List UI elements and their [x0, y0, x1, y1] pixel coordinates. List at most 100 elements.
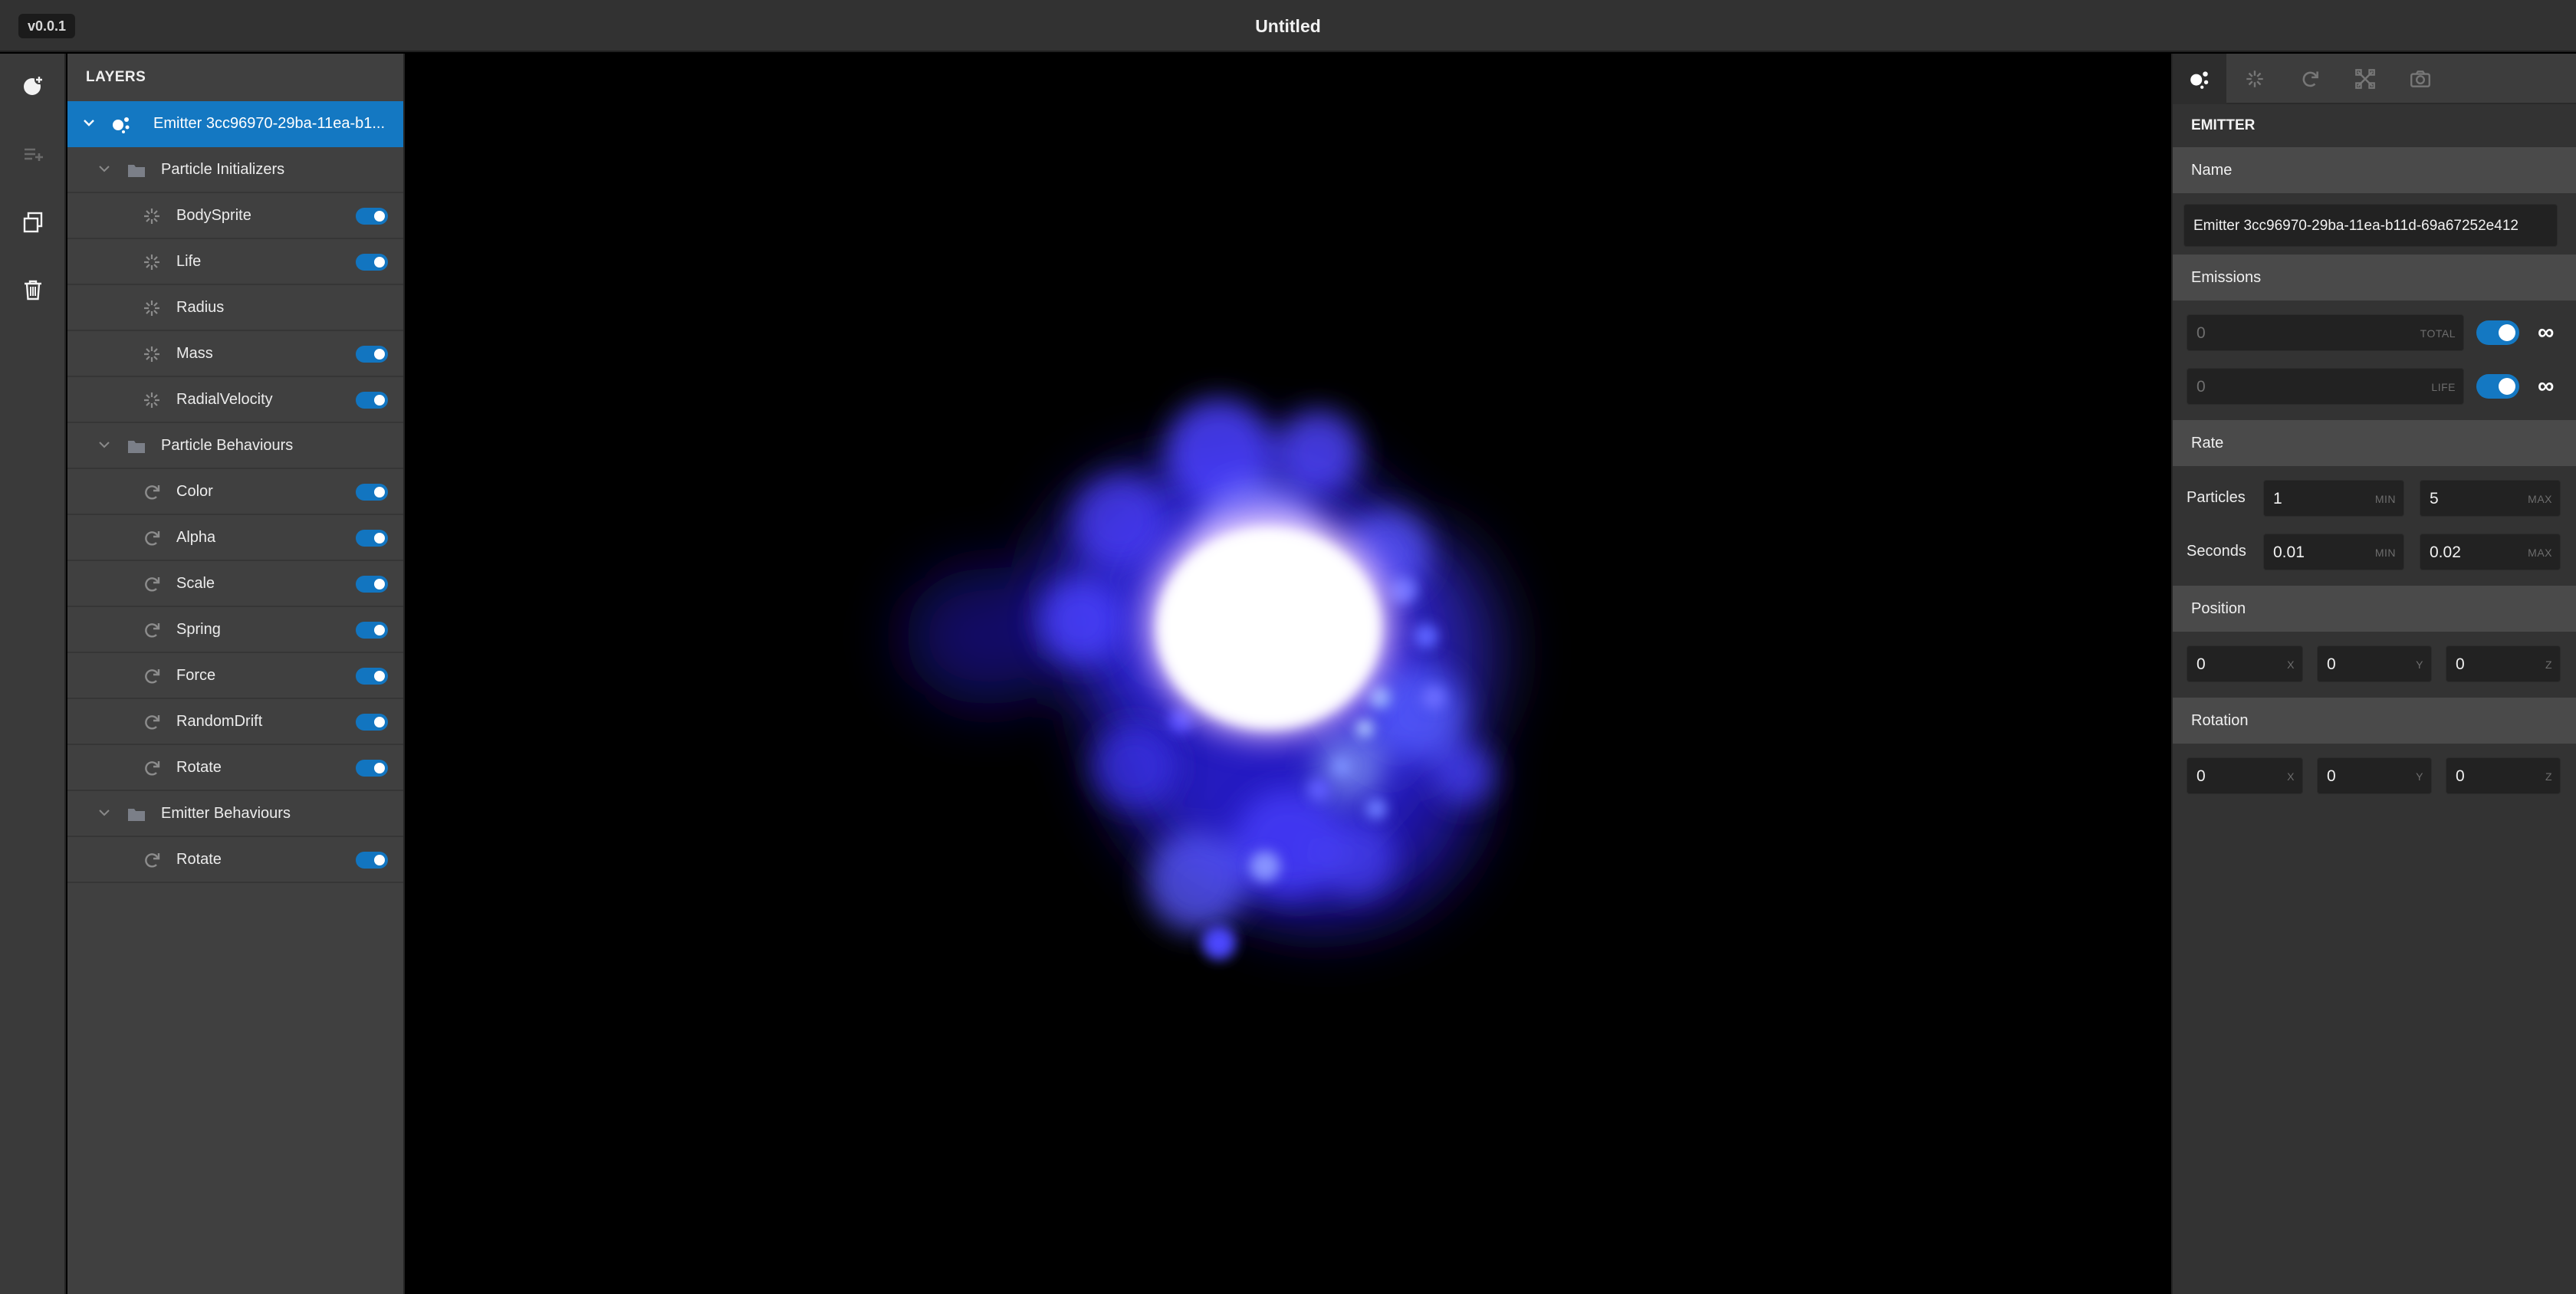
layer-item-label: RandomDrift	[176, 712, 263, 730]
add-behaviour-button[interactable]	[16, 138, 50, 172]
emitter-behaviours-icon	[2355, 69, 2375, 89]
layer-item-label: RadialVelocity	[176, 390, 273, 408]
layer-item-label: Color	[176, 482, 213, 500]
rate-particles-label: Particles	[2187, 489, 2246, 506]
tab-initializers[interactable]	[2228, 54, 2282, 104]
layer-group-emitter-behaviours[interactable]: Emitter Behaviours	[67, 791, 403, 837]
layer-item-label: BodySprite	[176, 206, 251, 224]
layer-item-label: Life	[176, 252, 202, 270]
emissions-total-infinite-toggle[interactable]	[2476, 320, 2519, 345]
enable-toggle[interactable]	[356, 208, 388, 225]
rate-particles-min-value: 1	[2273, 490, 2282, 507]
emissions-life-infinite-toggle[interactable]	[2476, 374, 2519, 399]
enable-toggle[interactable]	[356, 622, 388, 639]
axis-z-suffix: Z	[2545, 770, 2552, 783]
position-z-field[interactable]: 0 Z	[2446, 645, 2561, 682]
rotation-x-value: 0	[2196, 767, 2206, 785]
render-viewport[interactable]	[406, 54, 2170, 1294]
layer-item-alpha[interactable]: Alpha	[67, 515, 403, 561]
enable-toggle[interactable]	[356, 346, 388, 363]
enable-toggle[interactable]	[356, 852, 388, 869]
properties-panel: EMITTER Name Emitter 3cc96970-29ba-11ea-…	[2171, 54, 2576, 1294]
section-rotation: Rotation	[2173, 698, 2576, 744]
behaviour-icon	[145, 531, 160, 546]
initializer-icon	[144, 255, 159, 270]
rotation-y-field[interactable]: 0 Y	[2317, 757, 2432, 794]
rate-seconds-max-field[interactable]: 0.02 MAX	[2420, 534, 2561, 570]
duplicate-button[interactable]	[16, 205, 50, 239]
layer-group-particle-behaviours[interactable]: Particle Behaviours	[67, 423, 403, 469]
emissions-total-value: 0	[2196, 324, 2206, 342]
layer-item-spring[interactable]: Spring	[67, 607, 403, 653]
enable-toggle[interactable]	[356, 392, 388, 409]
initializer-icon	[144, 346, 159, 362]
tab-emitter-behaviours[interactable]	[2338, 54, 2392, 104]
section-position: Position	[2173, 586, 2576, 632]
rate-particles-max-field[interactable]: 5 MAX	[2420, 480, 2561, 517]
layer-item-label: Scale	[176, 574, 215, 592]
delete-button[interactable]	[16, 273, 50, 307]
layer-item-label: Radius	[176, 298, 225, 316]
position-y-field[interactable]: 0 Y	[2317, 645, 2432, 682]
section-rate: Rate	[2173, 420, 2576, 466]
axis-x-suffix: X	[2287, 658, 2295, 671]
chevron-down-icon[interactable]	[97, 161, 112, 176]
layer-group-particle-initializers[interactable]: Particle Initializers	[67, 147, 403, 193]
document-title: Untitled	[1255, 16, 1321, 36]
tab-behaviours[interactable]	[2283, 54, 2337, 104]
tab-camera[interactable]	[2394, 54, 2447, 104]
layer-item-force[interactable]: Force	[67, 653, 403, 699]
enable-toggle[interactable]	[356, 530, 388, 547]
chevron-down-icon[interactable]	[97, 437, 112, 452]
layer-item-label: Spring	[176, 620, 221, 638]
enable-toggle[interactable]	[356, 484, 388, 501]
layer-item-bodysprite[interactable]: BodySprite	[67, 193, 403, 239]
add-emitter-button[interactable]	[16, 69, 50, 103]
enable-toggle[interactable]	[356, 714, 388, 731]
rate-seconds-label: Seconds	[2187, 543, 2246, 560]
layer-item-radialvelocity[interactable]: RadialVelocity	[67, 377, 403, 423]
rotation-z-field[interactable]: 0 Z	[2446, 757, 2561, 794]
position-x-field[interactable]: 0 X	[2187, 645, 2303, 682]
panel-heading: EMITTER	[2191, 117, 2256, 133]
behaviour-icon	[145, 669, 160, 684]
delete-icon	[25, 280, 41, 301]
layer-item-emitter-rotate[interactable]: Rotate	[67, 837, 403, 883]
behaviour-icon	[145, 623, 160, 638]
axis-x-suffix: X	[2287, 770, 2295, 783]
emissions-total-field[interactable]: 0 TOTAL	[2187, 314, 2464, 351]
enable-toggle[interactable]	[356, 668, 388, 685]
enable-toggle[interactable]	[356, 760, 388, 777]
layer-item-life[interactable]: Life	[67, 239, 403, 285]
behaviour-icon	[145, 715, 160, 730]
max-suffix: MAX	[2528, 547, 2552, 559]
emitter-name-field[interactable]: Emitter 3cc96970-29ba-11ea-b11d-69a67252…	[2183, 204, 2558, 247]
layer-item-mass[interactable]: Mass	[67, 331, 403, 377]
rate-particles-min-field[interactable]: 1 MIN	[2263, 480, 2404, 517]
emissions-life-field[interactable]: 0 LIFE	[2187, 368, 2464, 405]
rate-particles-max-value: 5	[2430, 490, 2439, 507]
position-y-value: 0	[2327, 655, 2336, 673]
behaviour-icon	[145, 577, 160, 592]
enable-toggle[interactable]	[356, 576, 388, 593]
properties-tabs	[2173, 54, 2576, 104]
chevron-down-icon[interactable]	[97, 805, 112, 820]
layer-item-scale[interactable]: Scale	[67, 561, 403, 607]
layer-item-randomdrift[interactable]: RandomDrift	[67, 699, 403, 745]
layer-item-rotate[interactable]: Rotate	[67, 745, 403, 791]
layer-item-color[interactable]: Color	[67, 469, 403, 515]
tab-emitter[interactable]	[2173, 54, 2226, 104]
rotation-y-value: 0	[2327, 767, 2336, 785]
layers-panel: LAYERS Emitter 3cc96970-29ba-11ea-b1... …	[67, 54, 405, 1294]
layer-group-label: Particle Initializers	[161, 160, 285, 178]
position-z-value: 0	[2456, 655, 2465, 673]
rate-seconds-min-field[interactable]: 0.01 MIN	[2263, 534, 2404, 570]
rotation-x-field[interactable]: 0 X	[2187, 757, 2303, 794]
chevron-down-icon[interactable]	[81, 115, 97, 130]
layer-item-radius[interactable]: Radius	[67, 285, 403, 331]
layer-emitter[interactable]: Emitter 3cc96970-29ba-11ea-b1...	[67, 101, 403, 147]
enable-toggle[interactable]	[356, 254, 388, 271]
folder-icon	[128, 165, 145, 177]
layer-item-label: Rotate	[176, 850, 222, 868]
min-suffix: MIN	[2374, 493, 2396, 505]
